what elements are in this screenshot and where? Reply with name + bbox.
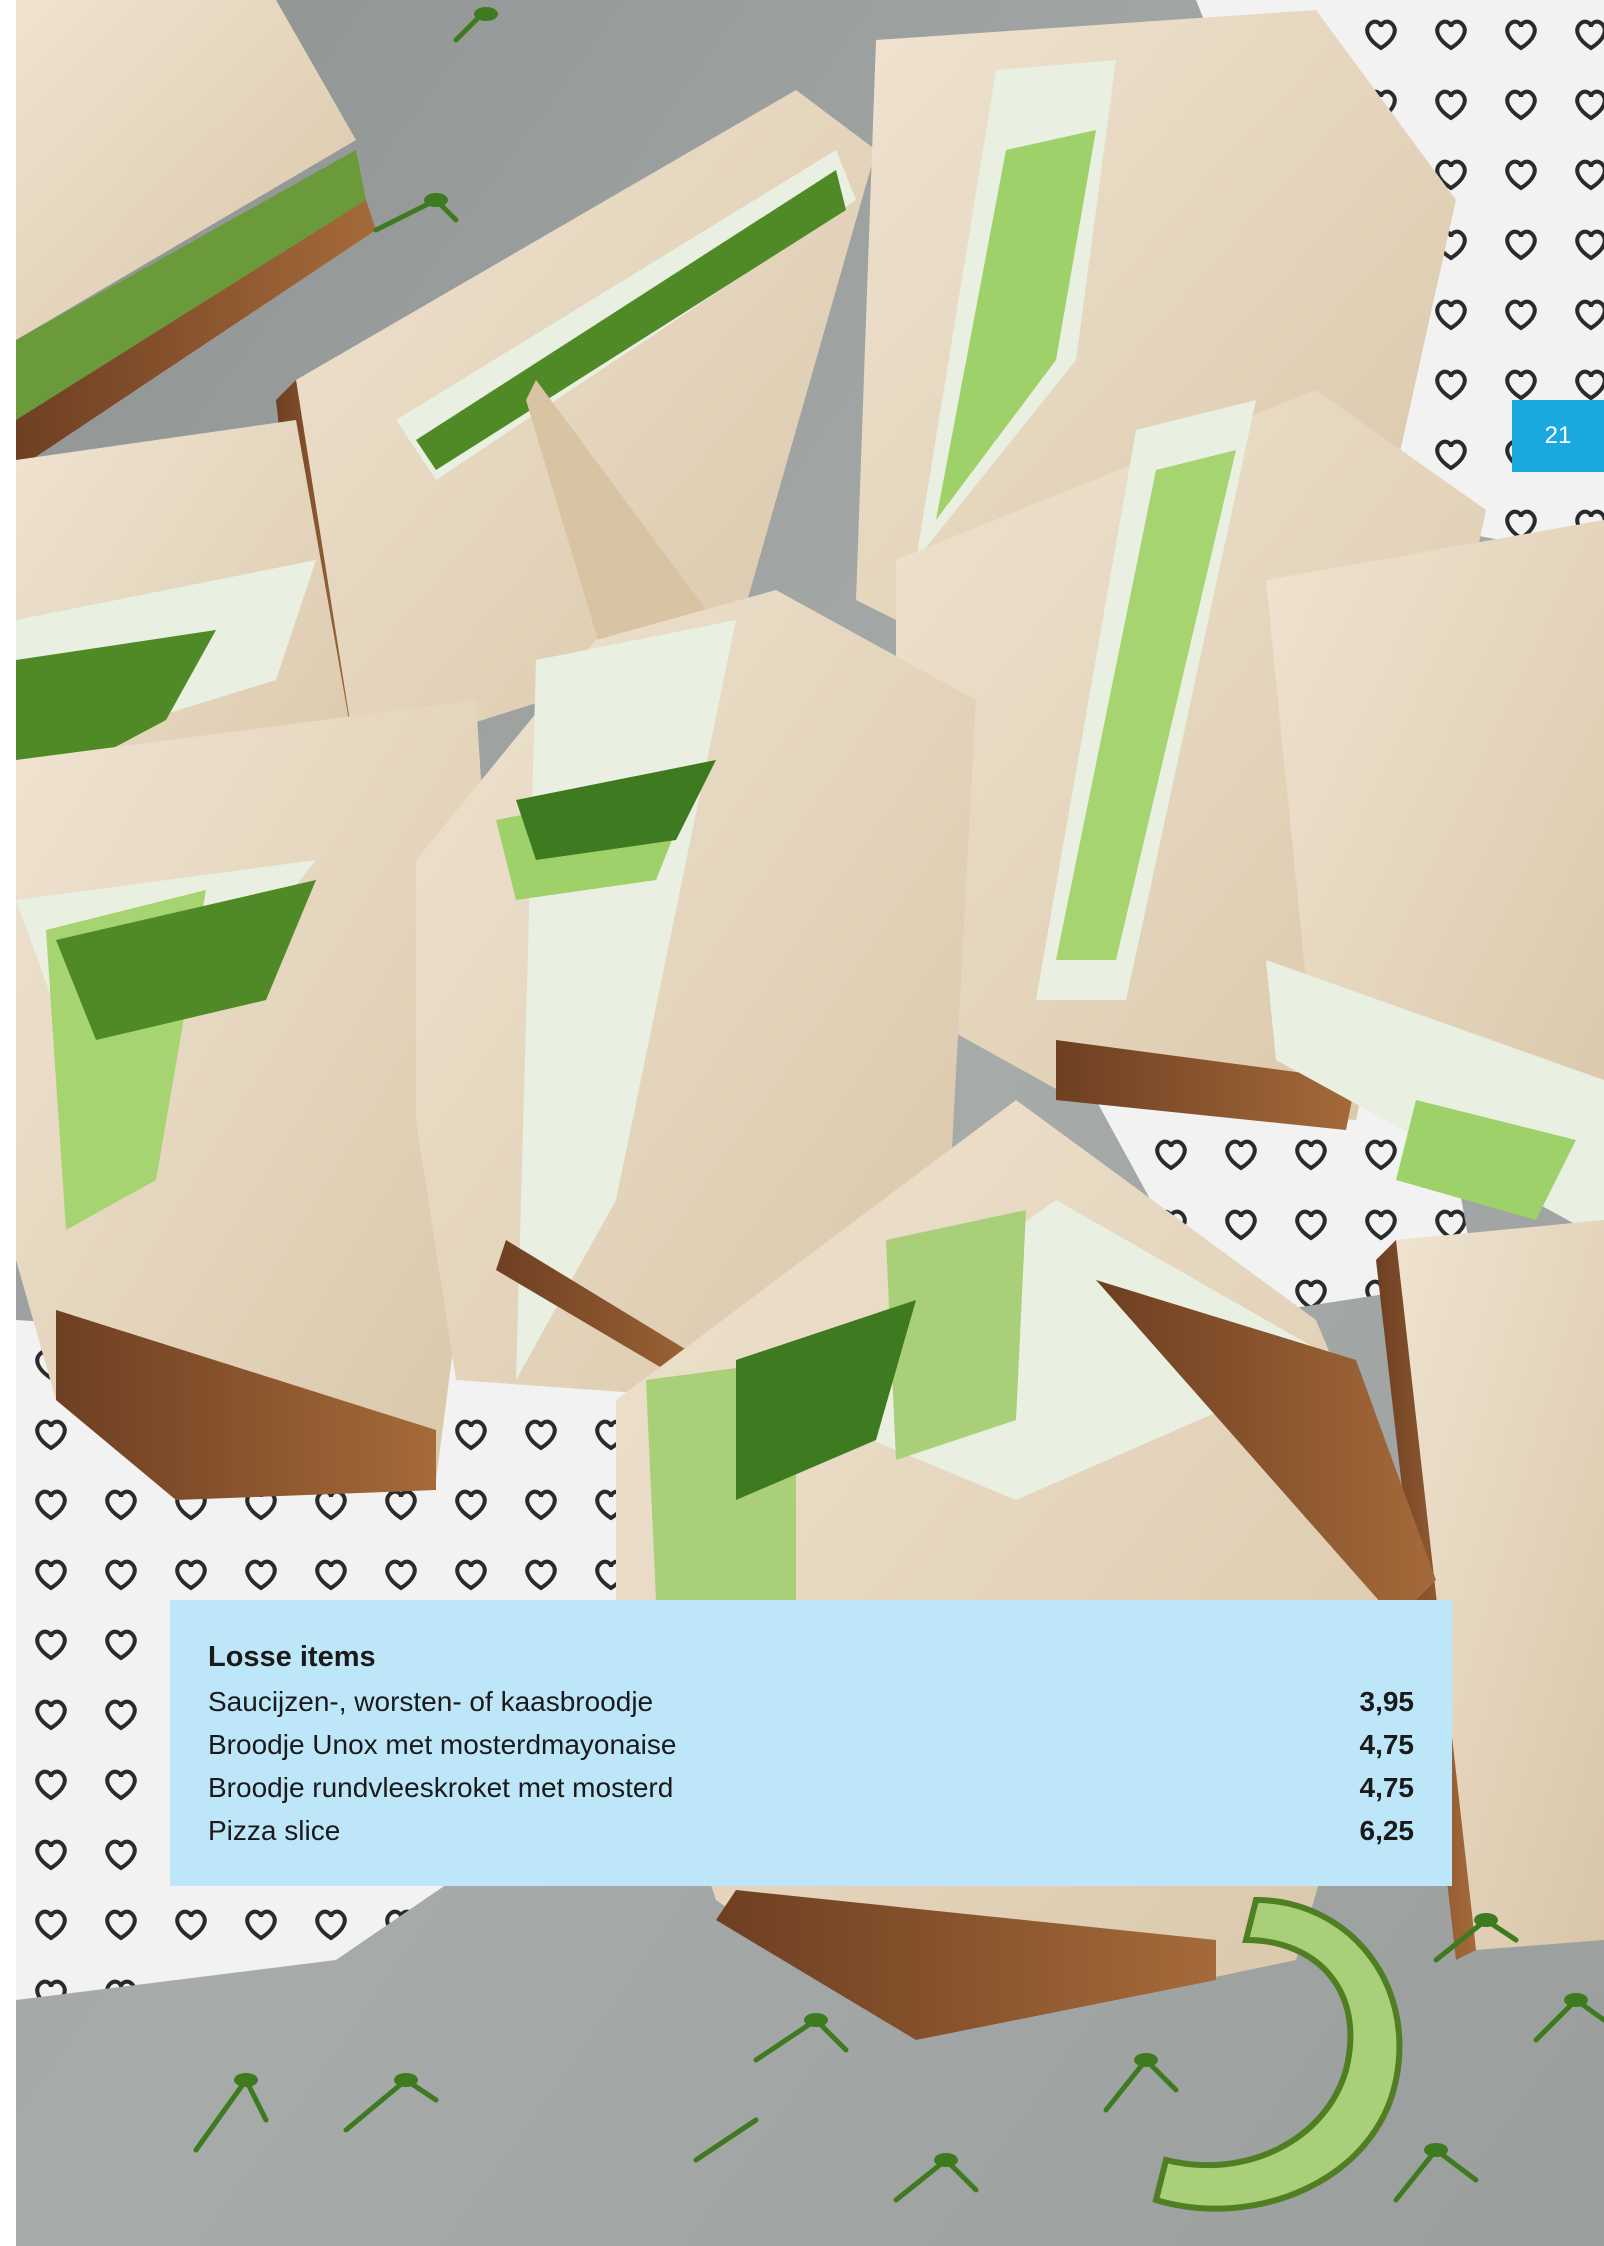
item-name: Saucijzen-, worsten- of kaasbroodje (208, 1686, 654, 1717)
page-number: 21 (1512, 400, 1604, 472)
item-price: 4,75 (1359, 1729, 1415, 1760)
item-price: 6,25 (1359, 1815, 1415, 1846)
price-row: Broodje Unox met mosterdmayonaise 4,75 (208, 1723, 1414, 1766)
item-price: 4,75 (1359, 1772, 1415, 1803)
item-name: Pizza slice (208, 1815, 341, 1846)
item-name: Broodje rundvleeskroket met mosterd (208, 1772, 674, 1803)
price-panel: Losse items Saucijzen-, worsten- of kaas… (170, 1600, 1452, 1886)
price-panel-title: Losse items (208, 1641, 376, 1673)
sandwich-illustration (16, 0, 1604, 2246)
price-row: Pizza slice 6,25 (208, 1809, 1414, 1852)
price-row: Saucijzen-, worsten- of kaasbroodje 3,95 (208, 1680, 1414, 1723)
sandwich-photo (16, 0, 1604, 2246)
item-price: 3,95 (1359, 1686, 1415, 1717)
item-name: Broodje Unox met mosterdmayonaise (208, 1729, 677, 1760)
price-row: Broodje rundvleeskroket met mosterd 4,75 (208, 1766, 1414, 1809)
price-list: Saucijzen-, worsten- of kaasbroodje 3,95… (208, 1680, 1414, 1852)
